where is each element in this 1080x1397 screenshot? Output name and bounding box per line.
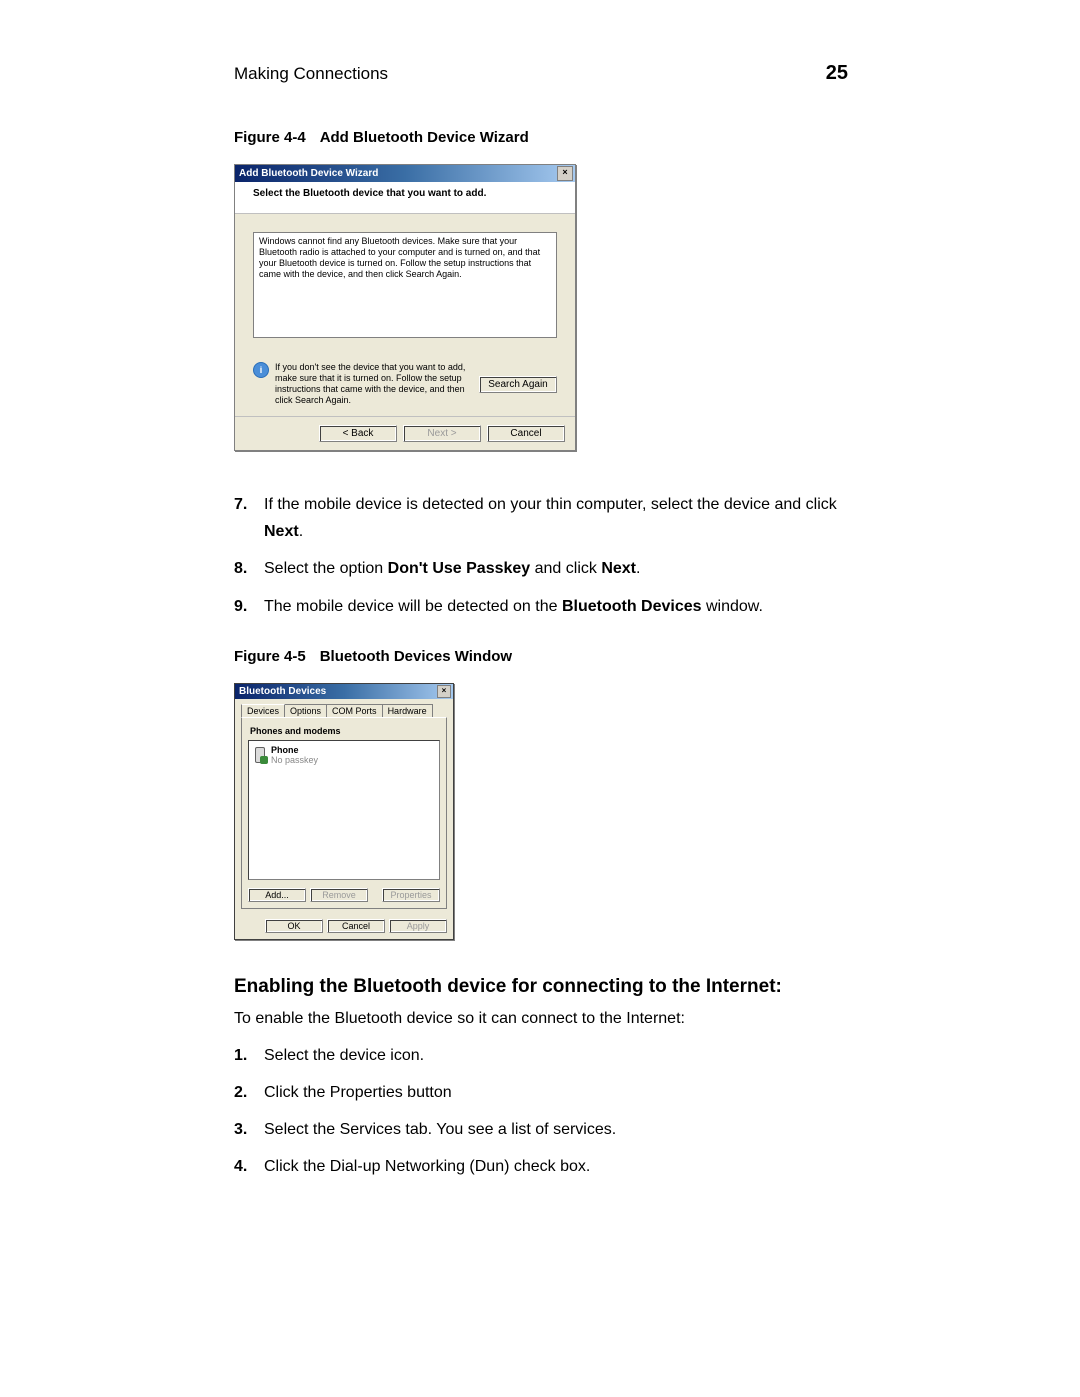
info-icon: i bbox=[253, 362, 269, 378]
step-3: 3. Select the Services tab. You see a li… bbox=[234, 1116, 848, 1143]
figure-4-4-number: Figure 4-4 bbox=[234, 129, 306, 146]
ok-button[interactable]: OK bbox=[265, 919, 323, 933]
step-8: 8. Select the option Don't Use Passkey a… bbox=[234, 555, 848, 582]
step-7-num: 7. bbox=[234, 491, 254, 545]
figure-4-4-caption: Figure 4-4 Add Bluetooth Device Wizard bbox=[234, 129, 848, 146]
step-8-post: . bbox=[636, 560, 640, 577]
step-8-bold-1: Don't Use Passkey bbox=[388, 560, 531, 577]
steps-continued: 7. If the mobile device is detected on y… bbox=[234, 491, 848, 620]
step-2: 2. Click the Properties button bbox=[234, 1079, 848, 1106]
step-4-num: 4. bbox=[234, 1153, 254, 1180]
step-4-text: Click the Dial-up Networking (Dun) check… bbox=[264, 1153, 590, 1180]
wizard-body: Windows cannot find any Bluetooth device… bbox=[235, 214, 575, 416]
wizard-footer: < Back Next > Cancel bbox=[235, 416, 575, 450]
figure-4-5-caption: Figure 4-5 Bluetooth Devices Window bbox=[234, 648, 848, 665]
tab-options[interactable]: Options bbox=[284, 704, 327, 717]
apply-button: Apply bbox=[389, 919, 447, 933]
step-1-num: 1. bbox=[234, 1042, 254, 1069]
step-1-text: Select the device icon. bbox=[264, 1042, 424, 1069]
bt-devices-panel: Phones and modems Phone No passkey Add..… bbox=[241, 717, 447, 909]
step-2-num: 2. bbox=[234, 1079, 254, 1106]
figure-4-5-title: Bluetooth Devices Window bbox=[320, 648, 512, 665]
step-7-pre: If the mobile device is detected on your… bbox=[264, 496, 837, 513]
step-3-num: 3. bbox=[234, 1116, 254, 1143]
bt-device-list[interactable]: Phone No passkey bbox=[248, 740, 440, 880]
figure-4-4-title: Add Bluetooth Device Wizard bbox=[320, 129, 529, 146]
enabling-steps: 1. Select the device icon. 2. Click the … bbox=[234, 1042, 848, 1181]
step-4: 4. Click the Dial-up Networking (Dun) ch… bbox=[234, 1153, 848, 1180]
tab-devices[interactable]: Devices bbox=[241, 704, 285, 717]
close-icon[interactable]: × bbox=[557, 166, 573, 181]
step-9: 9. The mobile device will be detected on… bbox=[234, 593, 848, 620]
add-bluetooth-device-wizard-window: Add Bluetooth Device Wizard × Select the… bbox=[234, 164, 576, 451]
add-button[interactable]: Add... bbox=[248, 888, 306, 902]
bt-titlebar: Bluetooth Devices × bbox=[235, 684, 453, 699]
step-9-bold: Bluetooth Devices bbox=[562, 598, 702, 615]
page-header: Making Connections 25 bbox=[234, 62, 848, 85]
step-7: 7. If the mobile device is detected on y… bbox=[234, 491, 848, 545]
section-heading: Enabling the Bluetooth device for connec… bbox=[234, 976, 848, 998]
tab-hardware[interactable]: Hardware bbox=[382, 704, 433, 717]
tab-com-ports[interactable]: COM Ports bbox=[326, 704, 383, 717]
step-8-mid: and click bbox=[530, 560, 601, 577]
step-7-bold: Next bbox=[264, 523, 299, 540]
cancel-button[interactable]: Cancel bbox=[487, 425, 565, 442]
bt-window-title: Bluetooth Devices bbox=[239, 686, 326, 697]
step-9-num: 9. bbox=[234, 593, 254, 620]
section-title: Making Connections bbox=[234, 64, 388, 84]
search-again-button[interactable]: Search Again bbox=[479, 376, 557, 393]
step-9-pre: The mobile device will be detected on th… bbox=[264, 598, 562, 615]
list-item[interactable]: Phone No passkey bbox=[253, 745, 435, 765]
next-button: Next > bbox=[403, 425, 481, 442]
section-intro: To enable the Bluetooth device so it can… bbox=[234, 1010, 848, 1028]
properties-button: Properties bbox=[382, 888, 440, 902]
step-9-post: window. bbox=[702, 598, 763, 615]
device-status: No passkey bbox=[271, 755, 318, 765]
wizard-title: Add Bluetooth Device Wizard bbox=[239, 168, 378, 179]
device-name: Phone bbox=[271, 745, 318, 755]
wizard-instruction: Select the Bluetooth device that you wan… bbox=[235, 182, 575, 214]
step-8-pre: Select the option bbox=[264, 560, 388, 577]
wizard-error-message: Windows cannot find any Bluetooth device… bbox=[253, 232, 557, 338]
wizard-info-row: i If you don't see the device that you w… bbox=[253, 362, 557, 406]
step-8-bold-2: Next bbox=[601, 560, 636, 577]
cancel-button[interactable]: Cancel bbox=[327, 919, 385, 933]
bt-footer: OK Cancel Apply bbox=[235, 915, 453, 939]
wizard-info-text: If you don't see the device that you wan… bbox=[275, 362, 473, 406]
bt-group-label: Phones and modems bbox=[250, 726, 440, 736]
back-button[interactable]: < Back bbox=[319, 425, 397, 442]
close-icon[interactable]: × bbox=[437, 685, 451, 698]
bt-tabs: Devices Options COM Ports Hardware bbox=[235, 699, 453, 717]
phone-icon bbox=[253, 745, 267, 763]
page-number: 25 bbox=[826, 62, 848, 85]
step-8-num: 8. bbox=[234, 555, 254, 582]
figure-4-5-number: Figure 4-5 bbox=[234, 648, 306, 665]
bluetooth-devices-window: Bluetooth Devices × Devices Options COM … bbox=[234, 683, 454, 940]
step-2-text: Click the Properties button bbox=[264, 1079, 452, 1106]
wizard-titlebar: Add Bluetooth Device Wizard × bbox=[235, 165, 575, 182]
step-1: 1. Select the device icon. bbox=[234, 1042, 848, 1069]
remove-button: Remove bbox=[310, 888, 368, 902]
document-page: Making Connections 25 Figure 4-4 Add Blue… bbox=[0, 0, 1080, 1397]
step-7-post: . bbox=[299, 523, 303, 540]
step-3-text: Select the Services tab. You see a list … bbox=[264, 1116, 616, 1143]
